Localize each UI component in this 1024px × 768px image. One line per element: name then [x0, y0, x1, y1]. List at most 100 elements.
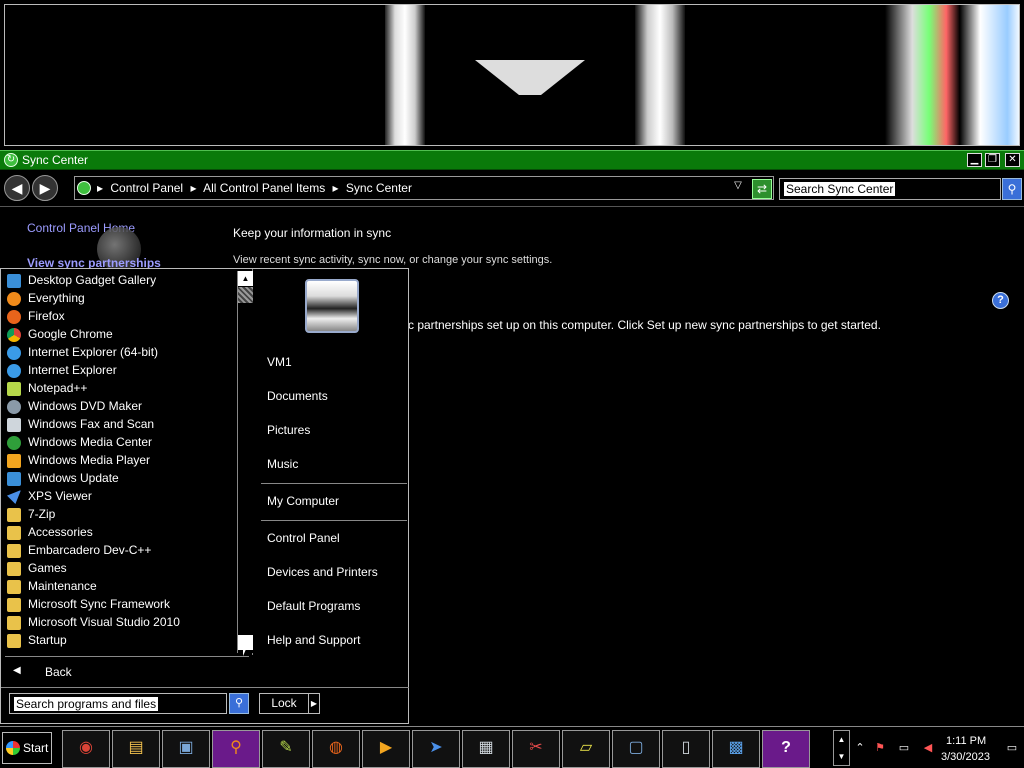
address-bar[interactable]: ▸ Control Panel ▸ All Control Panel Item…: [74, 176, 774, 200]
taskbar-firefox[interactable]: ◍: [312, 730, 360, 768]
program-item[interactable]: Everything: [5, 290, 237, 308]
program-item[interactable]: Windows DVD Maker: [5, 398, 237, 416]
taskbar-media-player[interactable]: ▶: [362, 730, 410, 768]
clock-date[interactable]: 3/30/2023: [941, 751, 990, 763]
action-center-flag-icon[interactable]: ⚑: [873, 741, 887, 755]
chevron-down-icon[interactable]: ▼: [834, 748, 849, 765]
program-item[interactable]: Windows Update: [5, 470, 237, 488]
sync-center-icon: [77, 181, 91, 195]
program-item[interactable]: Windows Media Center: [5, 434, 237, 452]
lock-options-icon[interactable]: ▶: [308, 693, 320, 714]
program-item[interactable]: 7-Zip: [5, 506, 237, 524]
program-item[interactable]: Microsoft Visual Studio 2010: [5, 614, 237, 632]
breadcrumb-all-items[interactable]: All Control Panel Items: [203, 181, 325, 195]
taskbar-snipping-tool[interactable]: ✂: [512, 730, 560, 768]
program-item[interactable]: Startup: [5, 632, 237, 650]
wallpaper-stripe: [885, 5, 1019, 145]
search-button[interactable]: ⚲: [1002, 178, 1022, 200]
media-center-icon: [7, 436, 21, 450]
program-item[interactable]: Windows Fax and Scan: [5, 416, 237, 434]
wallpaper-stripe: [385, 5, 425, 145]
taskbar-sticky-notes[interactable]: ▱: [562, 730, 610, 768]
taskbar-everything[interactable]: ⚲: [212, 730, 260, 768]
pictures-link[interactable]: Pictures: [267, 423, 310, 437]
breadcrumb-separator[interactable]: ▸: [97, 181, 103, 195]
program-item[interactable]: Windows Media Player: [5, 452, 237, 470]
restore-button[interactable]: ❐: [985, 153, 1000, 167]
taskbar-notepad-plus[interactable]: ✎: [262, 730, 310, 768]
chevron-down-icon[interactable]: ▽: [731, 180, 745, 196]
mouse-cursor-icon: [243, 640, 257, 656]
taskbar-chrome[interactable]: ◉: [62, 730, 110, 768]
music-link[interactable]: Music: [267, 457, 298, 471]
program-item[interactable]: Internet Explorer: [5, 362, 237, 380]
folder-icon: [7, 634, 21, 648]
back-arrow-icon[interactable]: ◀: [13, 665, 21, 676]
clock-time[interactable]: 1:11 PM: [946, 735, 986, 747]
back-button[interactable]: ◀: [4, 175, 30, 201]
folder-icon: [7, 562, 21, 576]
desktop-background: [0, 0, 1024, 150]
user-folder-link[interactable]: VM1: [267, 355, 292, 369]
program-item[interactable]: XPS Viewer: [5, 488, 237, 506]
breadcrumb-separator[interactable]: ▸: [190, 181, 196, 195]
program-item[interactable]: Games: [5, 560, 237, 578]
xps-viewer-icon: ➤: [429, 739, 443, 756]
chevron-up-icon[interactable]: ▲: [834, 731, 849, 748]
help-icon: ?: [781, 739, 791, 756]
lock-button[interactable]: Lock: [259, 693, 309, 714]
search-input[interactable]: Search Sync Center: [779, 178, 1001, 200]
help-icon[interactable]: ?: [992, 292, 1009, 309]
control-panel-link[interactable]: Control Panel: [267, 531, 340, 545]
user-avatar[interactable]: [305, 279, 359, 333]
program-item[interactable]: Embarcadero Dev-C++: [5, 542, 237, 560]
volume-muted-icon[interactable]: ◀: [921, 741, 935, 755]
my-computer-link[interactable]: My Computer: [267, 494, 339, 508]
taskbar-scroll[interactable]: ▲ ▼: [833, 730, 850, 766]
program-item[interactable]: Microsoft Sync Framework: [5, 596, 237, 614]
show-desktop-icon[interactable]: ▭: [1005, 741, 1019, 755]
devices-and-printers-link[interactable]: Devices and Printers: [267, 565, 378, 579]
breadcrumb-sync-center[interactable]: Sync Center: [346, 181, 412, 195]
program-item[interactable]: Notepad++: [5, 380, 237, 398]
breadcrumb-control-panel[interactable]: Control Panel: [110, 181, 183, 195]
taskbar-notepad[interactable]: ▯: [662, 730, 710, 768]
program-item[interactable]: Maintenance: [5, 578, 237, 596]
scissors-icon: ✂: [529, 739, 543, 756]
program-search-input[interactable]: Search programs and files: [9, 693, 227, 714]
program-item[interactable]: Accessories: [5, 524, 237, 542]
taskbar-control-panel[interactable]: ▩: [712, 730, 760, 768]
network-icon[interactable]: ▭: [897, 741, 911, 755]
default-programs-link[interactable]: Default Programs: [267, 599, 360, 613]
program-item[interactable]: Internet Explorer (64-bit): [5, 344, 237, 362]
program-item[interactable]: Desktop Gadget Gallery: [5, 272, 237, 290]
program-item[interactable]: Google Chrome: [5, 326, 237, 344]
start-label: Start: [23, 741, 49, 755]
scroll-thumb[interactable]: [238, 287, 253, 303]
refresh-button[interactable]: ⇄: [752, 179, 772, 199]
documents-link[interactable]: Documents: [267, 389, 328, 403]
back-button[interactable]: Back: [45, 665, 72, 679]
taskbar-xps-viewer[interactable]: ➤: [412, 730, 460, 768]
program-list-scrollbar[interactable]: ▲ ▼: [237, 271, 253, 653]
taskbar-remote-desktop[interactable]: ▢: [612, 730, 660, 768]
taskbar-computer[interactable]: ▣: [162, 730, 210, 768]
help-and-support-link[interactable]: Help and Support: [267, 633, 360, 647]
taskbar-explorer[interactable]: ▤: [112, 730, 160, 768]
forward-button[interactable]: ▶: [32, 175, 58, 201]
close-button[interactable]: ✕: [1005, 153, 1020, 167]
taskbar-help[interactable]: ?: [762, 730, 810, 768]
start-button[interactable]: Start: [2, 732, 52, 764]
notepad-plus-icon: ✎: [279, 739, 293, 756]
scroll-up-icon[interactable]: ▲: [238, 271, 253, 286]
chrome-icon: ◉: [79, 739, 93, 756]
program-search-button[interactable]: ⚲: [229, 693, 249, 714]
minimize-button[interactable]: ▁: [967, 153, 982, 167]
taskbar-calculator[interactable]: ▦: [462, 730, 510, 768]
program-item[interactable]: Firefox: [5, 308, 237, 326]
fax-icon: [7, 418, 21, 432]
window-titlebar[interactable]: ↻ Sync Center ▁ ❐ ✕: [0, 150, 1024, 170]
breadcrumb-separator[interactable]: ▸: [333, 181, 339, 195]
show-hidden-icons-icon[interactable]: ⌃: [853, 741, 867, 755]
search-icon: ⚲: [234, 697, 244, 709]
